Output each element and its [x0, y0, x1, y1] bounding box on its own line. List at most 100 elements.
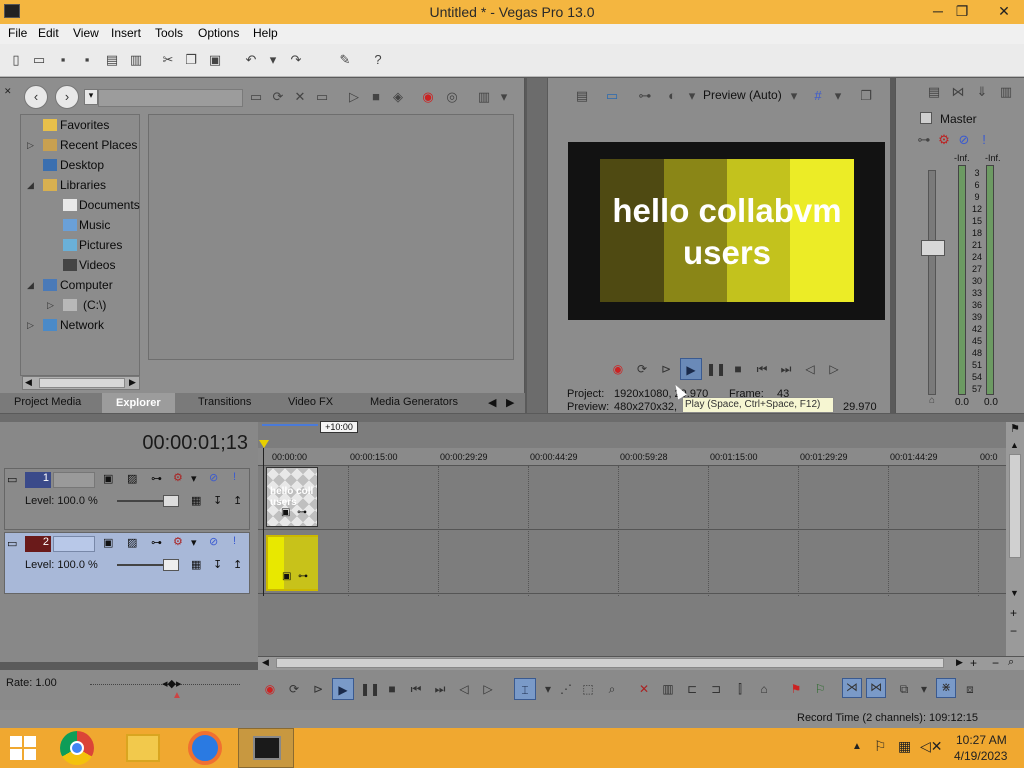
save-as-icon[interactable]: ▪: [79, 52, 95, 68]
loop-marker-icon[interactable]: [259, 440, 269, 448]
go-to-start-icon[interactable]: ⏮: [754, 361, 770, 377]
playhead[interactable]: [263, 448, 264, 596]
close-button[interactable]: ✕: [984, 0, 1024, 22]
menu-edit[interactable]: Edit: [38, 26, 59, 40]
master-fx-icon[interactable]: ⊶: [916, 132, 932, 148]
master-solo-icon[interactable]: !: [976, 132, 992, 148]
ignore-grouping-icon[interactable]: ⧈: [962, 681, 978, 697]
track-header-2[interactable]: ▭ 2 ▣ ▨ ⊶ ⚙ ▾ ⊘ ! Level: 100.0 % ▦ ↧ ↥: [4, 532, 250, 594]
tree-item-favorites[interactable]: Favorites: [60, 118, 109, 132]
collapse-arrow-icon[interactable]: ◢: [27, 180, 34, 191]
master-fader-track[interactable]: [928, 170, 936, 395]
tab-project-media[interactable]: Project Media: [14, 396, 81, 408]
action-center-flag-icon[interactable]: ⚐: [874, 738, 887, 755]
solo-icon[interactable]: !: [233, 535, 236, 547]
play-icon[interactable]: ▶: [680, 358, 702, 380]
chrome-icon[interactable]: [60, 731, 94, 765]
track-fx-icon[interactable]: ⊶: [151, 472, 162, 485]
track-fx-settings-icon[interactable]: ⚙: [173, 471, 183, 484]
panel-close-icon[interactable]: ✕: [4, 86, 12, 97]
ripple-edit-icon[interactable]: ⧉: [896, 681, 912, 697]
cut-icon[interactable]: ✂: [160, 52, 176, 68]
new-folder-icon[interactable]: ▭: [314, 89, 330, 105]
cursor-time[interactable]: 00:00:01;13: [118, 432, 248, 458]
show-hidden-icons-icon[interactable]: ▲: [852, 741, 862, 752]
level-slider-handle[interactable]: [163, 559, 179, 571]
save-icon[interactable]: ▪: [55, 52, 71, 68]
parent-icon[interactable]: ↥: [233, 558, 242, 571]
expand-icon[interactable]: ↧: [213, 494, 222, 507]
go-to-end-icon[interactable]: ⏭: [778, 361, 794, 377]
split-icon[interactable]: ⫿: [732, 681, 748, 697]
selection-bar[interactable]: [262, 424, 318, 426]
tree-item-pictures[interactable]: Pictures: [79, 238, 122, 252]
video-fx-icon[interactable]: ⊶: [637, 88, 653, 104]
rate-slider-handle[interactable]: ◂◆▸: [162, 677, 182, 690]
auto-crossfade-icon[interactable]: ⋈: [866, 678, 886, 698]
scroll-up-icon[interactable]: ▲: [1010, 440, 1019, 450]
file-list[interactable]: [148, 114, 514, 360]
enable-snapping-icon[interactable]: ⋊: [842, 678, 862, 698]
whats-this-icon[interactable]: ?: [370, 52, 386, 68]
stop-icon[interactable]: ■: [730, 361, 746, 377]
tree-item-network[interactable]: Network: [60, 318, 104, 332]
zoom-out-icon[interactable]: −: [992, 656, 999, 670]
mute-icon[interactable]: ⊘: [209, 535, 218, 548]
zoom-tool-icon[interactable]: ⌕: [1008, 656, 1014, 669]
dim-output-icon[interactable]: ⇓: [974, 84, 990, 100]
start-preview-icon[interactable]: ▷: [346, 89, 362, 105]
trim-icon[interactable]: ▥: [660, 681, 676, 697]
timeline-horizontal-scrollbar[interactable]: ◀ ▶ + − ⌕: [258, 656, 1024, 670]
track-name-input[interactable]: [53, 472, 95, 488]
paint-icon[interactable]: ✎: [337, 52, 353, 68]
stop-icon[interactable]: ■: [384, 681, 400, 697]
tree-item-c-drive[interactable]: (C:\): [83, 298, 106, 312]
track-minimize-icon[interactable]: ▭: [7, 473, 17, 486]
back-icon[interactable]: ‹: [24, 85, 48, 109]
clip-fx-icon[interactable]: ⊶: [298, 571, 308, 582]
overlays-dropdown-icon[interactable]: ▾: [830, 88, 846, 104]
next-frame-icon[interactable]: ▷: [480, 681, 496, 697]
marker-icon[interactable]: ⚑: [1010, 422, 1020, 435]
menu-view[interactable]: View: [73, 26, 99, 40]
lock-envelopes-icon[interactable]: ⋇: [936, 678, 956, 698]
properties-icon[interactable]: ▥: [128, 52, 144, 68]
render-icon[interactable]: ▤: [104, 52, 120, 68]
file-explorer-icon[interactable]: [126, 734, 160, 762]
trim-end-icon[interactable]: ⊐: [708, 681, 724, 697]
lock-icon[interactable]: ⌂: [756, 681, 772, 697]
tree-item-videos[interactable]: Videos: [79, 258, 115, 272]
tab-media-generators[interactable]: Media Generators: [370, 396, 458, 408]
delete-icon[interactable]: ✕: [636, 681, 652, 697]
expand-arrow-icon[interactable]: ▷: [47, 300, 54, 311]
expand-arrow-icon[interactable]: ▷: [27, 320, 34, 331]
maximize-button[interactable]: ❐: [946, 0, 978, 22]
clip-media-icon[interactable]: ▣: [282, 571, 291, 582]
menu-help[interactable]: Help: [253, 26, 278, 40]
zoom-out-icon[interactable]: −: [1010, 624, 1017, 638]
master-mute-icon[interactable]: ⊘: [956, 132, 972, 148]
menu-file[interactable]: File: [8, 26, 27, 40]
pause-icon[interactable]: ❚❚: [706, 361, 726, 377]
collapse-arrow-icon[interactable]: ◢: [27, 280, 34, 291]
master-settings-icon[interactable]: ▥: [998, 84, 1014, 100]
scroll-left-icon[interactable]: ◀: [262, 657, 269, 668]
scroll-thumb[interactable]: [276, 658, 944, 668]
expand-arrow-icon[interactable]: ▷: [27, 140, 34, 151]
envelope-icon[interactable]: ▦: [191, 558, 201, 571]
loop-icon[interactable]: ⟳: [634, 361, 650, 377]
split-screen-icon[interactable]: ◐: [664, 88, 680, 104]
lock-icon[interactable]: ⌂: [924, 393, 940, 409]
clip-media-icon[interactable]: ▣: [281, 507, 290, 518]
path-input[interactable]: [98, 89, 243, 107]
composite-mode-icon[interactable]: ▨: [127, 472, 137, 485]
solo-icon[interactable]: !: [233, 471, 236, 483]
menu-tools[interactable]: Tools: [155, 26, 183, 40]
master-fader-handle[interactable]: [921, 240, 945, 256]
tree-item-desktop[interactable]: Desktop: [60, 158, 104, 172]
new-icon[interactable]: ▯: [8, 52, 24, 68]
envelope-tool-icon[interactable]: ⋰: [558, 681, 574, 697]
tab-explorer[interactable]: Explorer: [102, 393, 175, 413]
track-name-input[interactable]: [53, 536, 95, 552]
zoom-in-icon[interactable]: +: [1010, 606, 1017, 620]
